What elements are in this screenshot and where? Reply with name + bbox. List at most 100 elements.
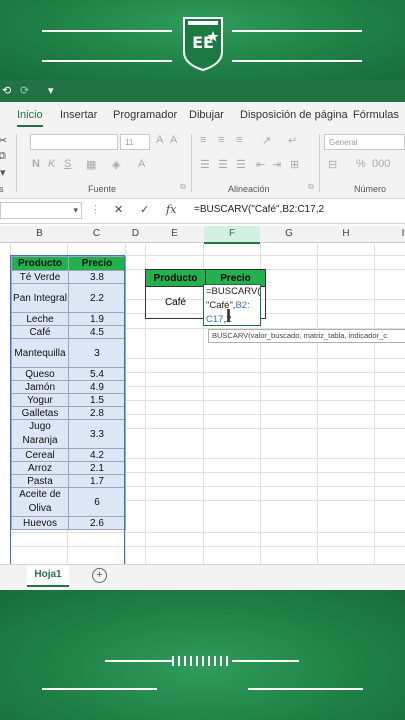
column-header-d[interactable]: D — [126, 228, 145, 239]
name-box[interactable]: ▾ — [0, 202, 82, 219]
price-cell[interactable]: 2.6 — [68, 516, 126, 530]
format-painter-icon[interactable]: ▾ — [0, 166, 6, 179]
lookup-header-producto[interactable]: Producto — [145, 269, 206, 287]
bold-icon[interactable]: N — [32, 158, 40, 170]
align-bottom-icon[interactable]: ≡ — [236, 134, 242, 146]
column-header-e[interactable]: E — [146, 228, 203, 239]
alignment-group-label: Alineación — [228, 184, 270, 194]
font-name-combo[interactable] — [30, 134, 118, 150]
decor-ticks — [172, 656, 232, 666]
ribbon-separator — [191, 134, 192, 192]
tab-programador[interactable]: Programador — [113, 109, 177, 121]
product-cell[interactable]: Aceite de Oliva — [11, 487, 69, 517]
decor-line — [248, 688, 363, 690]
price-cell[interactable]: 2.8 — [68, 406, 126, 420]
merge-icon[interactable]: ⊞ — [290, 158, 299, 171]
decrease-font-icon[interactable]: A — [170, 134, 177, 146]
price-cell[interactable]: 1.5 — [68, 393, 126, 407]
align-left-icon[interactable]: ☰ — [200, 158, 210, 171]
decrease-indent-icon[interactable]: ⇤ — [256, 158, 265, 171]
price-cell[interactable]: 3 — [68, 338, 126, 368]
italic-icon[interactable]: K — [48, 158, 55, 170]
font-group-label: Fuente — [88, 184, 117, 194]
header-producto[interactable]: Producto — [11, 256, 69, 271]
underline-icon[interactable]: S — [64, 158, 71, 170]
enter-formula-icon[interactable]: ✓ — [140, 203, 149, 216]
brand-header: EE — [0, 0, 405, 80]
number-format-combo[interactable]: General — [324, 134, 405, 150]
currency-icon[interactable]: ⊟ — [328, 158, 337, 171]
price-cell[interactable]: 2.2 — [68, 283, 126, 313]
name-box-dropdown-icon[interactable]: ▾ — [73, 205, 78, 216]
product-cell[interactable]: Arroz — [11, 461, 69, 475]
tab-disposicion[interactable]: Disposición de página — [240, 109, 348, 121]
tab-inicio[interactable]: Inicio — [17, 109, 43, 127]
align-top-icon[interactable]: ≡ — [200, 134, 206, 146]
product-cell[interactable]: Café — [11, 325, 69, 339]
product-cell[interactable]: Yogur — [11, 393, 69, 407]
tab-formulas[interactable]: Fórmulas — [353, 109, 399, 121]
save-icon[interactable]: ⟲ — [2, 84, 11, 97]
redo-icon[interactable]: ⟳ — [20, 84, 29, 97]
price-cell[interactable]: 1.9 — [68, 312, 126, 326]
fill-color-icon[interactable]: ◈ — [112, 158, 120, 171]
cut-icon[interactable]: ✂ — [0, 134, 7, 147]
copy-icon[interactable]: ⧉ — [0, 150, 6, 163]
customize-icon[interactable]: ▾ — [48, 84, 54, 97]
product-cell[interactable]: Jamón — [11, 380, 69, 394]
increase-indent-icon[interactable]: ⇥ — [272, 158, 281, 171]
column-header-b[interactable]: B — [11, 228, 68, 239]
price-cell[interactable]: 1.7 — [68, 474, 126, 488]
editing-cell[interactable]: =BUSCARV( "Café",B2: C17,2 — [203, 284, 261, 326]
formula-input[interactable]: =BUSCARV("Café",B2:C17,2 — [194, 204, 324, 215]
price-cell[interactable]: 6 — [68, 487, 126, 517]
column-header-c[interactable]: C — [68, 228, 125, 239]
product-cell[interactable]: Mantequilla — [11, 338, 69, 368]
product-cell[interactable]: Té Verde — [11, 270, 69, 284]
font-size-combo[interactable]: 11 — [120, 134, 150, 150]
price-cell[interactable]: 4.9 — [68, 380, 126, 394]
add-sheet-icon[interactable]: + — [92, 568, 107, 583]
product-cell[interactable]: Huevos — [11, 516, 69, 530]
product-cell[interactable]: Leche — [11, 312, 69, 326]
font-color-icon[interactable]: A — [138, 158, 145, 170]
percent-icon[interactable]: % — [356, 158, 366, 170]
decor-line — [42, 688, 157, 690]
comma-style-icon[interactable]: 000 — [372, 158, 390, 170]
excel-window: ⟲ ⟳ ▾ Inicio Insertar Programador Dibuja… — [0, 80, 405, 590]
increase-font-icon[interactable]: A — [156, 134, 163, 146]
tab-insertar[interactable]: Insertar — [60, 109, 97, 121]
price-cell[interactable]: 3.8 — [68, 270, 126, 284]
alignment-dialog-icon[interactable]: ⧉ — [308, 182, 314, 192]
orientation-icon[interactable]: ↗ — [262, 134, 271, 147]
column-header-i[interactable]: I — [375, 228, 405, 239]
price-cell[interactable]: 2.1 — [68, 461, 126, 475]
align-middle-icon[interactable]: ≡ — [218, 134, 224, 146]
column-header-h[interactable]: H — [318, 228, 374, 239]
align-right-icon[interactable]: ☰ — [236, 158, 246, 171]
price-cell[interactable]: 4.5 — [68, 325, 126, 339]
product-cell[interactable]: Cereal — [11, 448, 69, 462]
product-cell[interactable]: Queso — [11, 367, 69, 381]
price-cell[interactable]: 5.4 — [68, 367, 126, 381]
borders-icon[interactable]: ▦ — [86, 158, 96, 171]
lookup-product-cell[interactable]: Café — [145, 286, 206, 319]
product-cell[interactable]: Galletas — [11, 406, 69, 420]
tab-dibujar[interactable]: Dibujar — [189, 109, 224, 121]
product-cell[interactable]: Pasta — [11, 474, 69, 488]
cancel-formula-icon[interactable]: ✕ — [114, 203, 123, 216]
number-group-label: Número — [354, 184, 387, 194]
product-cell[interactable]: Pan Integral — [11, 283, 69, 313]
sheet-tab-hoja1[interactable]: Hoja1 — [27, 565, 69, 587]
wrap-text-icon[interactable]: ↵ — [288, 134, 297, 147]
grid-row-line — [10, 532, 405, 533]
align-center-icon[interactable]: ☰ — [218, 158, 228, 171]
column-header-g[interactable]: G — [261, 228, 317, 239]
decor-line — [232, 660, 299, 662]
product-cell[interactable]: Jugo Naranja — [11, 419, 69, 449]
insert-function-icon[interactable]: fx — [166, 203, 176, 216]
font-dialog-icon[interactable]: ⧉ — [180, 182, 186, 192]
price-cell[interactable]: 3.3 — [68, 419, 126, 449]
header-precio[interactable]: Precio — [68, 256, 126, 271]
price-cell[interactable]: 4.2 — [68, 448, 126, 462]
